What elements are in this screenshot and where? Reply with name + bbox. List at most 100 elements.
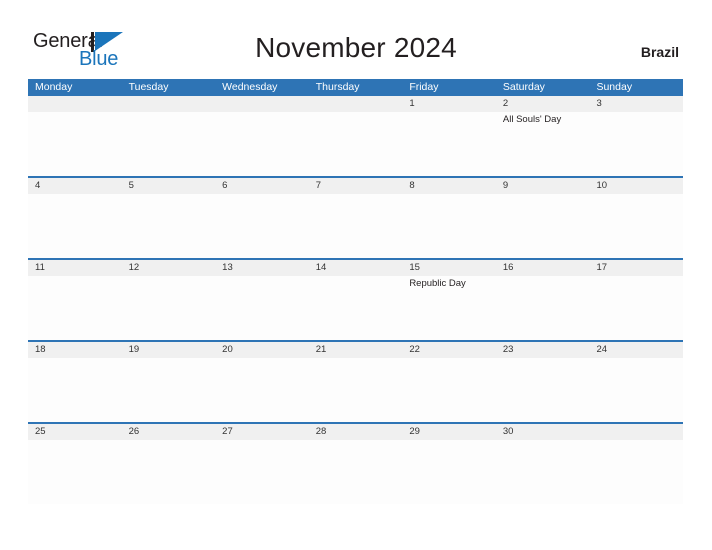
calendar-day-number: 13	[215, 260, 309, 276]
calendar-day-number: 10	[589, 178, 684, 194]
calendar-day-cell[interactable]: 29	[402, 424, 496, 504]
calendar-event-label: Republic Day	[409, 278, 466, 289]
calendar-day-cell[interactable]: 7	[308, 178, 403, 258]
calendar-day-number: 1	[402, 96, 496, 112]
calendar-day-events	[402, 194, 496, 196]
calendar-day-cell[interactable]: 6	[215, 178, 309, 258]
calendar-day-number: 26	[121, 424, 216, 440]
calendar-day-events	[496, 440, 590, 442]
calendar-day-events	[402, 358, 496, 360]
calendar-week-row: 4 5 6 7 8 9 10	[28, 176, 684, 258]
calendar-day-cell-empty	[589, 424, 684, 504]
calendar-day-cell[interactable]: 11	[28, 260, 122, 340]
calendar-day-cell[interactable]: 22	[402, 342, 496, 422]
calendar-day-cell[interactable]: 4	[28, 178, 122, 258]
calendar-day-cell[interactable]: 26	[121, 424, 216, 504]
calendar-day-cell[interactable]: 9	[495, 178, 590, 258]
calendar-day-number: 24	[589, 342, 684, 358]
calendar-day-number: 12	[121, 260, 216, 276]
calendar-week-cells: 1 2 All Souls' Day 3	[28, 96, 684, 176]
calendar-day-cell[interactable]: 3	[589, 96, 684, 176]
calendar-day-events	[28, 112, 122, 114]
weekday-header-wednesday: Wednesday	[222, 81, 278, 93]
calendar-day-events	[28, 194, 122, 196]
weekday-header-row: Monday Tuesday Wednesday Thursday Friday…	[28, 79, 683, 96]
calendar-day-events	[589, 194, 683, 196]
calendar-day-cell[interactable]: 5	[121, 178, 216, 258]
calendar-day-cell[interactable]: 24	[589, 342, 684, 422]
calendar-day-events	[589, 440, 683, 442]
weekday-header-sunday: Sunday	[596, 81, 633, 93]
calendar-day-events	[122, 358, 216, 360]
calendar-day-events	[309, 276, 403, 278]
calendar-day-cell[interactable]: 15 Republic Day	[402, 260, 496, 340]
calendar-day-number: 15	[402, 260, 496, 276]
calendar-day-number: 5	[121, 178, 216, 194]
calendar-day-cell[interactable]: 12	[121, 260, 216, 340]
calendar-day-events: Republic Day	[402, 276, 496, 290]
calendar-day-number: 28	[308, 424, 403, 440]
calendar-day-cell[interactable]: 21	[308, 342, 403, 422]
weekday-header-tuesday: Tuesday	[128, 81, 169, 93]
calendar-day-events	[215, 276, 309, 278]
calendar-day-number: 20	[215, 342, 309, 358]
calendar-day-events	[215, 440, 309, 442]
calendar-day-events	[496, 358, 590, 360]
calendar-day-number: 11	[28, 260, 122, 276]
calendar-event-label: All Souls' Day	[502, 114, 562, 125]
calendar-day-cell[interactable]: 27	[215, 424, 309, 504]
calendar-day-number: 25	[28, 424, 122, 440]
calendar-day-cell-empty	[121, 96, 216, 176]
calendar-day-cell[interactable]: 30	[495, 424, 590, 504]
weekday-header-monday: Monday	[35, 81, 73, 93]
calendar-day-number	[308, 96, 403, 112]
calendar-day-number: 14	[308, 260, 403, 276]
calendar-day-cell[interactable]: 13	[215, 260, 309, 340]
weekday-header-thursday: Thursday	[315, 81, 360, 93]
calendar-day-cell-empty	[28, 96, 122, 176]
weekday-header-friday: Friday	[409, 81, 439, 93]
calendar-day-number	[28, 96, 122, 112]
calendar-day-events	[402, 112, 496, 114]
calendar-day-events	[589, 358, 683, 360]
calendar-day-events	[28, 358, 122, 360]
calendar-day-number: 21	[308, 342, 403, 358]
page-title: November 2024	[255, 32, 457, 63]
calendar-day-number: 18	[28, 342, 122, 358]
calendar-day-cell[interactable]: 10	[589, 178, 684, 258]
calendar-day-events	[215, 358, 309, 360]
calendar-day-events	[309, 112, 403, 114]
calendar-day-cell[interactable]: 23	[495, 342, 590, 422]
calendar-day-cell[interactable]: 18	[28, 342, 122, 422]
calendar-day-events	[496, 194, 590, 196]
calendar-day-cell-empty	[308, 96, 403, 176]
calendar-day-number: 2	[495, 96, 590, 112]
calendar-grid: Monday Tuesday Wednesday Thursday Friday…	[28, 79, 684, 504]
calendar-day-cell[interactable]: 28	[308, 424, 403, 504]
calendar-day-events	[589, 112, 683, 114]
calendar-day-cell[interactable]: 20	[215, 342, 309, 422]
calendar-day-number: 6	[215, 178, 309, 194]
calendar-day-events	[309, 358, 403, 360]
calendar-day-cell[interactable]: 1	[402, 96, 496, 176]
calendar-day-cell[interactable]: 14	[308, 260, 403, 340]
calendar-week-row: 11 12 13 14 15 Republic Day 16 17	[28, 258, 684, 340]
calendar-week-cells: 18 19 20 21 22 23 24	[28, 342, 684, 422]
calendar-day-number: 3	[589, 96, 684, 112]
calendar-day-cell[interactable]: 19	[121, 342, 216, 422]
calendar-day-events	[215, 194, 309, 196]
calendar-day-events	[309, 194, 403, 196]
calendar-day-number: 7	[308, 178, 403, 194]
calendar-week-row: 25 26 27 28 29 30	[28, 422, 684, 504]
calendar-day-events	[28, 276, 122, 278]
calendar-day-cell[interactable]: 8	[402, 178, 496, 258]
calendar-day-cell[interactable]: 17	[589, 260, 684, 340]
calendar-week-cells: 4 5 6 7 8 9 10	[28, 178, 684, 258]
calendar-day-events	[122, 194, 216, 196]
calendar-day-cell[interactable]: 25	[28, 424, 122, 504]
calendar-day-cell[interactable]: 16	[495, 260, 590, 340]
calendar-day-number: 22	[402, 342, 496, 358]
calendar-day-cell[interactable]: 2 All Souls' Day	[495, 96, 590, 176]
calendar-day-events	[28, 440, 122, 442]
calendar-day-number	[215, 96, 309, 112]
